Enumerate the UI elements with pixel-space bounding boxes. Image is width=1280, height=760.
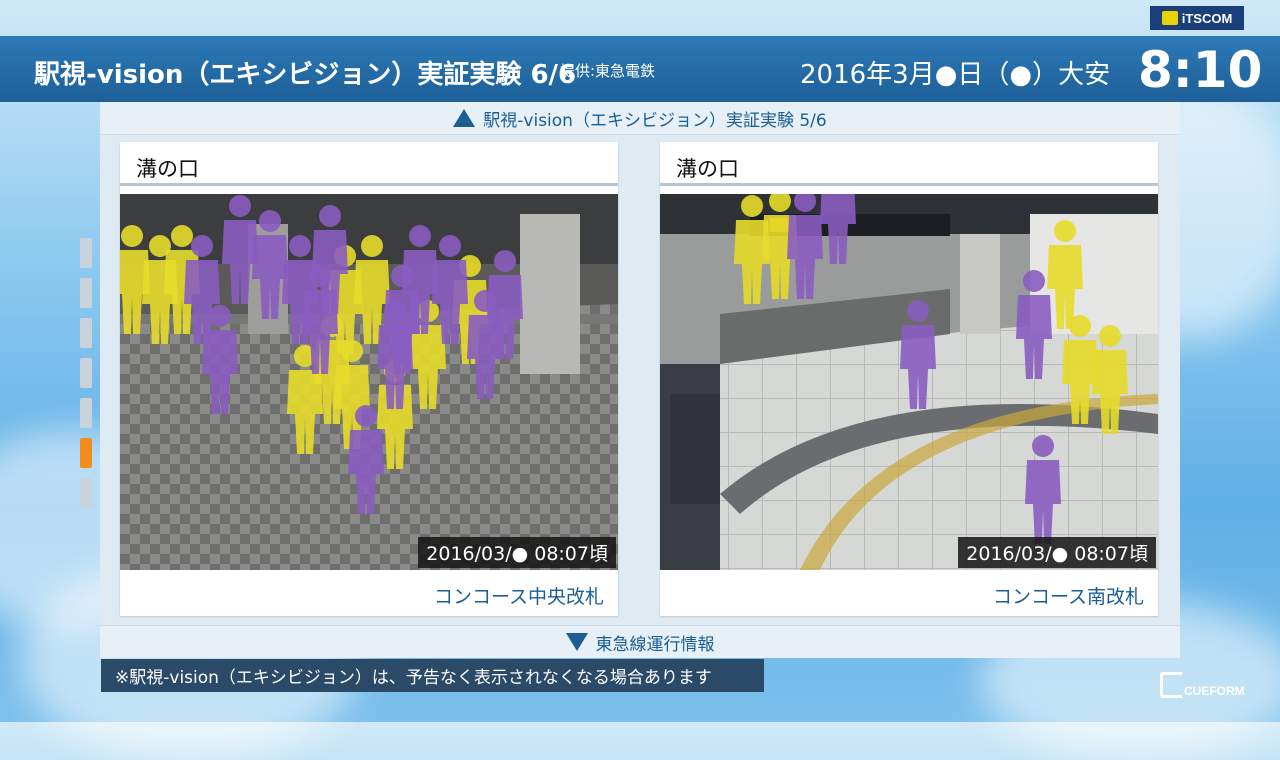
triangle-up-icon bbox=[453, 109, 476, 127]
page-title: 駅視-vision（エキシビジョン）実証実験 6/6 bbox=[34, 60, 577, 90]
camera-timestamp: 2016/03/● 08:07頃 bbox=[418, 537, 616, 568]
camera-view-central: 2016/03/● 08:07頃 bbox=[120, 194, 618, 570]
page-indicator[interactable] bbox=[80, 278, 92, 308]
disclaimer-notice: ※駅視-vision（エキシビジョン）は、予告なく表示されなくなる場合あります bbox=[101, 659, 764, 692]
station-name: 溝の口 bbox=[660, 142, 1158, 186]
page-indicator[interactable] bbox=[80, 318, 92, 348]
camera-image-central bbox=[120, 194, 618, 570]
camera-view-south: 2016/03/● 08:07頃 bbox=[660, 194, 1158, 570]
header-bar: 駅視-vision（エキシビジョン）実証実験 6/6 提供:東急電鉄 2016年… bbox=[0, 36, 1280, 102]
page-indicator[interactable] bbox=[80, 398, 92, 428]
next-page-label: 東急線運行情報 bbox=[595, 634, 715, 655]
itscom-logo: iTSCOM bbox=[1150, 6, 1244, 30]
camera-location-label: コンコース南改札 bbox=[992, 586, 1144, 608]
next-page-link[interactable]: 東急線運行情報 bbox=[100, 625, 1180, 658]
main-panel: 駅視-vision（エキシビジョン）実証実験 5/6 溝の口 2016/03/●… bbox=[100, 102, 1180, 658]
cueform-logo: CUEFORM bbox=[1160, 668, 1256, 698]
prev-page-link[interactable]: 駅視-vision（エキシビジョン）実証実験 5/6 bbox=[100, 102, 1180, 135]
station-name: 溝の口 bbox=[120, 142, 618, 186]
cueform-logo-text: CUEFORM bbox=[1184, 684, 1245, 698]
camera-card-south: 溝の口 2016/03/● 08:07頃 コンコース南改札 bbox=[660, 142, 1158, 616]
camera-image-south bbox=[660, 194, 1158, 570]
triangle-down-icon bbox=[565, 633, 588, 651]
page-indicator[interactable] bbox=[80, 358, 92, 388]
prev-page-label: 駅視-vision（エキシビジョン）実証実験 5/6 bbox=[483, 110, 827, 131]
camera-location-label: コンコース中央改札 bbox=[433, 586, 604, 608]
camera-timestamp: 2016/03/● 08:07頃 bbox=[958, 537, 1156, 568]
provider-label: 提供:東急電鉄 bbox=[560, 62, 656, 80]
itscom-logo-text: iTSCOM bbox=[1181, 10, 1233, 26]
page-indicator[interactable] bbox=[80, 478, 92, 508]
camera-card-central: 溝の口 2016/03/● 08:07頃 コンコース中央改札 bbox=[120, 142, 618, 616]
clock-display: 8:10 bbox=[1138, 41, 1263, 99]
cueform-logo-mark-icon bbox=[1160, 672, 1182, 698]
page-indicator[interactable] bbox=[80, 238, 92, 268]
date-display: 2016年3月●日（●）大安 bbox=[800, 60, 1111, 90]
page-indicator-active[interactable] bbox=[80, 438, 92, 468]
itscom-logo-mark-icon bbox=[1161, 11, 1178, 25]
